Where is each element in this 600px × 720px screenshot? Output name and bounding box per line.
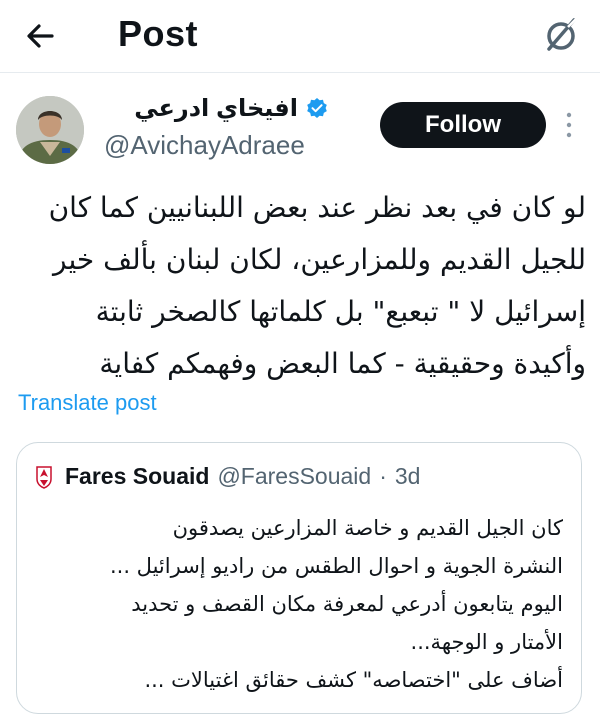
quoted-post-header: Fares Souaid @FaresSouaid · 3d — [31, 461, 420, 491]
author-name-row: افيخاي ادرعي — [134, 92, 328, 124]
quoted-author-avatar-icon — [36, 466, 52, 489]
arrow-left-icon[interactable] — [22, 18, 58, 54]
quoted-author-name: Fares Souaid — [65, 462, 210, 489]
top-bar: Post — [0, 0, 600, 73]
page-title: Post — [118, 13, 199, 54]
more-vertical-icon[interactable] — [562, 108, 576, 142]
quoted-post-text: كان الجيل القديم و خاصة المزارعين يصدقون… — [109, 516, 563, 692]
follow-button[interactable]: Follow — [380, 102, 546, 148]
quoted-author-handle: @FaresSouaid — [217, 462, 372, 489]
avatar-image — [16, 96, 84, 164]
post-text: لو كان في بعد نظر عند بعض اللبنانيين كما… — [48, 191, 586, 380]
author-handle[interactable]: @AvichayAdraee — [104, 130, 305, 161]
quoted-post[interactable]: Fares Souaid @FaresSouaid · 3d كان الجيل… — [16, 442, 582, 714]
grok-icon[interactable] — [540, 14, 582, 56]
quoted-post-time: 3d — [394, 462, 421, 489]
author-name[interactable]: افيخاي ادرعي — [134, 94, 298, 123]
separator-dot: · — [379, 462, 387, 489]
translate-post-link[interactable]: Translate post — [18, 390, 157, 416]
avatar[interactable] — [16, 96, 84, 164]
post-author: افيخاي ادرعي @AvichayAdraee Follow — [0, 82, 600, 172]
verified-badge-icon — [307, 98, 327, 118]
